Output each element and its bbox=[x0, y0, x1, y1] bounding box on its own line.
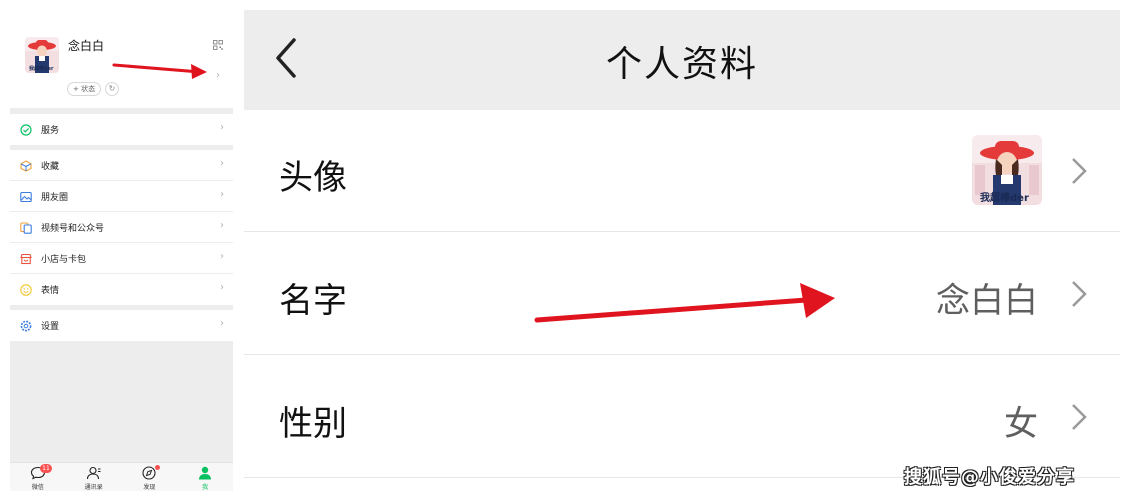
menu-label: 朋友圈 bbox=[41, 193, 69, 203]
chevron-right-icon: › bbox=[220, 318, 224, 329]
menu-item-channels[interactable]: 视频号和公众号 › bbox=[10, 212, 233, 243]
avatar[interactable]: 我超棒der bbox=[972, 135, 1042, 205]
nav-header: 个人资料 bbox=[244, 10, 1120, 110]
tab-me[interactable]: 我 bbox=[177, 463, 233, 491]
menu-item-favorites[interactable]: 收藏 › bbox=[10, 150, 233, 181]
tab-label: 发现 bbox=[143, 484, 156, 491]
status-button[interactable]: + 状态 bbox=[67, 82, 102, 96]
menu-label: 小店与卡包 bbox=[41, 255, 87, 265]
menu-group-settings: 设置 › bbox=[10, 310, 233, 341]
qr-code-icon[interactable] bbox=[213, 40, 223, 50]
avatar[interactable]: 我超棒der bbox=[25, 37, 59, 73]
row-value: 女 bbox=[1004, 404, 1038, 444]
tab-label: 通讯录 bbox=[84, 484, 103, 491]
avatar-watermark: 我超棒der bbox=[980, 193, 1029, 204]
settings-icon bbox=[20, 320, 32, 332]
chevron-right-icon: › bbox=[220, 158, 224, 169]
chevron-right-icon bbox=[1072, 281, 1087, 307]
tab-label: 我 bbox=[202, 484, 209, 491]
profile-name: 念白白 bbox=[68, 39, 105, 53]
tab-contacts[interactable]: 通讯录 bbox=[66, 463, 122, 491]
chevron-right-icon: › bbox=[220, 251, 224, 262]
menu-item-stickers[interactable]: 表情 › bbox=[10, 274, 233, 305]
row-label: 性别 bbox=[279, 404, 347, 444]
source-watermark: 搜狐号@小俊爱分享 bbox=[904, 467, 1075, 488]
unread-badge: 11 bbox=[40, 464, 52, 473]
menu-item-service[interactable]: 服务 › bbox=[10, 114, 233, 145]
menu-item-settings[interactable]: 设置 › bbox=[10, 310, 233, 341]
wechat-me-page: 我超棒der 念白白 › + 状态 ↻ 服务 › 收藏 › 朋友圈 › 视频号和… bbox=[10, 10, 233, 491]
menu-item-moments[interactable]: 朋友圈 › bbox=[10, 181, 233, 212]
contacts-icon bbox=[86, 466, 101, 480]
chevron-right-icon bbox=[1072, 404, 1087, 430]
chevron-right-icon: › bbox=[220, 189, 224, 200]
chevron-right-icon: › bbox=[220, 282, 224, 293]
profile-detail-page: 个人资料 头像 我超棒der 名字 念白白 性别 女 bbox=[244, 10, 1120, 491]
menu-label: 视频号和公众号 bbox=[41, 224, 105, 234]
menu-group-service: 服务 › bbox=[10, 114, 233, 145]
avatar-watermark: 我超棒der bbox=[29, 66, 54, 72]
row-label: 头像 bbox=[279, 158, 347, 198]
tab-label: 微信 bbox=[31, 484, 44, 491]
moments-icon bbox=[20, 191, 32, 203]
channels-icon bbox=[20, 222, 32, 234]
profile-card[interactable]: 我超棒der 念白白 › + 状态 ↻ bbox=[10, 10, 233, 108]
menu-label: 收藏 bbox=[41, 162, 60, 172]
page-title: 个人资料 bbox=[605, 44, 758, 85]
row-name[interactable]: 名字 念白白 bbox=[244, 233, 1120, 355]
menu-label: 设置 bbox=[41, 322, 60, 332]
menu-group-main: 收藏 › 朋友圈 › 视频号和公众号 › 小店与卡包 › 表情 › bbox=[10, 150, 233, 305]
shop-icon bbox=[20, 253, 32, 265]
chevron-right-icon: › bbox=[220, 220, 224, 231]
notification-dot bbox=[154, 465, 160, 470]
refresh-status-button[interactable]: ↻ bbox=[105, 82, 119, 96]
row-avatar[interactable]: 头像 我超棒der bbox=[244, 110, 1120, 232]
bottom-tab-bar: 11 微信 通讯录 发现 我 bbox=[10, 462, 233, 491]
menu-label: 服务 bbox=[41, 126, 60, 136]
menu-label: 表情 bbox=[41, 286, 60, 296]
sticker-icon bbox=[20, 284, 32, 296]
screenshot-root: 我超棒der 念白白 › + 状态 ↻ 服务 › 收藏 › 朋友圈 › 视频号和… bbox=[0, 0, 1131, 501]
person-icon bbox=[199, 466, 212, 480]
chevron-right-icon bbox=[1072, 158, 1087, 184]
menu-item-shop[interactable]: 小店与卡包 › bbox=[10, 243, 233, 274]
row-label: 名字 bbox=[279, 281, 347, 321]
favorites-icon bbox=[20, 160, 32, 172]
tab-chats[interactable]: 11 微信 bbox=[10, 463, 66, 491]
row-gender[interactable]: 性别 女 bbox=[244, 356, 1120, 478]
tab-discover[interactable]: 发现 bbox=[122, 463, 178, 491]
chevron-right-icon: › bbox=[216, 70, 220, 81]
row-value: 念白白 bbox=[936, 281, 1038, 321]
service-icon bbox=[20, 124, 32, 136]
chevron-right-icon: › bbox=[220, 122, 224, 133]
